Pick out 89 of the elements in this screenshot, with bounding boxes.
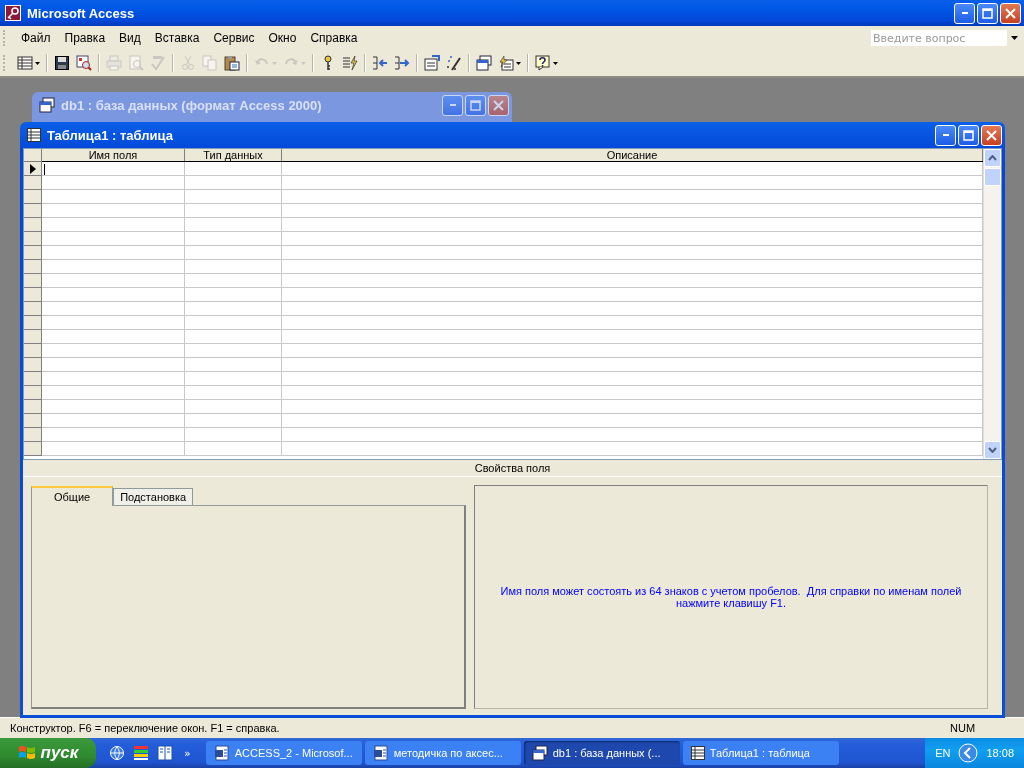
row-selector[interactable]: [24, 162, 42, 176]
menu-item[interactable]: Правка: [57, 29, 113, 47]
start-button[interactable]: пуск: [0, 738, 96, 768]
more-button[interactable]: »: [178, 742, 197, 764]
table-icon: [27, 128, 41, 142]
cut-icon: [180, 55, 196, 71]
scroll-thumb[interactable]: [984, 168, 1001, 186]
taskbar-button[interactable]: методичка по аксес...: [364, 741, 521, 765]
toolbar-button[interactable]: [532, 52, 561, 74]
caret-icon: [35, 61, 40, 65]
windows-icon: [39, 97, 55, 113]
close-icon: [493, 99, 504, 111]
save-icon: [54, 55, 70, 71]
close-button[interactable]: [1000, 2, 1021, 24]
tab[interactable]: Подстановка: [113, 488, 194, 505]
indexes-icon: [342, 55, 358, 71]
new-object-icon: [498, 55, 514, 71]
menu-item[interactable]: Вид: [112, 29, 148, 47]
current-row-icon: [28, 163, 37, 174]
spelling-icon: [150, 55, 166, 71]
tab[interactable]: Общие: [31, 486, 114, 506]
preview-icon: [128, 55, 144, 71]
minimize-button[interactable]: [935, 124, 956, 146]
properties-icon: [424, 55, 440, 71]
document-icon: [213, 745, 230, 761]
close-icon: [986, 129, 997, 141]
build-icon: [446, 55, 462, 71]
menu-item[interactable]: Сервис: [206, 29, 262, 47]
window-title: db1 : база данных (формат Access 2000): [61, 97, 322, 113]
hint-text: Имя поля может состоять из 64 знаков с учетом пробелов. Для справки по именам полей нажмите клавишу F1.: [499, 585, 963, 609]
minimize-button[interactable]: [954, 2, 975, 24]
key-icon: [5, 5, 21, 21]
print-icon: [106, 55, 122, 71]
close-button[interactable]: [488, 94, 509, 116]
minimize-icon: [961, 12, 968, 14]
menu-item[interactable]: Окно: [261, 29, 304, 47]
section-label: Свойства поля: [474, 462, 551, 474]
globe-icon: [109, 745, 125, 761]
close-button[interactable]: [981, 124, 1002, 146]
taskbar-button[interactable]: ACCESS_2 - Microsof...: [205, 741, 362, 765]
menu-item[interactable]: Файл: [14, 29, 58, 47]
column-header[interactable]: Тип данных: [185, 149, 282, 161]
insert-rows-icon: [372, 55, 388, 71]
paste-icon: [224, 55, 240, 71]
table-icon: [690, 746, 705, 760]
close-icon: [1005, 7, 1016, 19]
maximize-icon: [982, 7, 993, 19]
book-icon: [157, 745, 173, 761]
document-icon: [372, 745, 389, 761]
column-header[interactable]: Имя поля: [42, 149, 185, 161]
db-window-icon: [476, 55, 492, 71]
scroll-down-button[interactable]: [984, 441, 1001, 459]
color-bars-icon: [133, 745, 149, 761]
dropdown-arrow-icon[interactable]: [1011, 36, 1018, 40]
scroll-up-button[interactable]: [984, 149, 1001, 167]
caret-icon: [272, 61, 277, 65]
windows-icon: [531, 745, 548, 761]
maximize-icon: [470, 99, 481, 111]
chevron-up-icon: [988, 155, 997, 161]
status-text: Конструктор. F6 = переключение окон. F1 = справка.: [10, 722, 280, 734]
help-icon: [535, 55, 551, 71]
taskbar-button[interactable]: Таблица1 : таблица: [682, 741, 839, 765]
minimize-icon: [449, 104, 456, 106]
maximize-button[interactable]: [977, 2, 998, 24]
maximize-button[interactable]: [958, 124, 979, 146]
caret-icon: [516, 61, 521, 65]
window-title: Microsoft Access: [27, 5, 135, 21]
menu-item[interactable]: Вставка: [147, 29, 207, 47]
find-icon: [76, 55, 92, 71]
view-icon: [17, 55, 33, 71]
menu-item[interactable]: Справка: [303, 29, 365, 47]
copy-icon: [202, 55, 218, 71]
question-field[interactable]: Введите вопрос: [870, 29, 1008, 47]
delete-rows-icon: [394, 55, 410, 71]
maximize-icon: [963, 129, 974, 141]
caret-icon: [553, 61, 558, 65]
chevron-left-icon[interactable]: [958, 743, 979, 763]
quick-launch-button[interactable]: [154, 742, 176, 764]
windows-flag-icon: [17, 744, 36, 762]
window-title: Таблица1 : таблица: [47, 127, 173, 143]
caret-icon: [301, 61, 306, 65]
chevron-down-icon: [988, 447, 997, 453]
column-header[interactable]: Описание: [282, 149, 983, 161]
taskbar-button[interactable]: db1 : база данных (...: [523, 741, 680, 765]
minimize-button[interactable]: [442, 94, 463, 116]
maximize-button[interactable]: [465, 94, 486, 116]
minimize-icon: [942, 134, 949, 136]
clock: 18:08: [986, 747, 1014, 759]
num-lock-indicator: NUM: [950, 722, 977, 734]
